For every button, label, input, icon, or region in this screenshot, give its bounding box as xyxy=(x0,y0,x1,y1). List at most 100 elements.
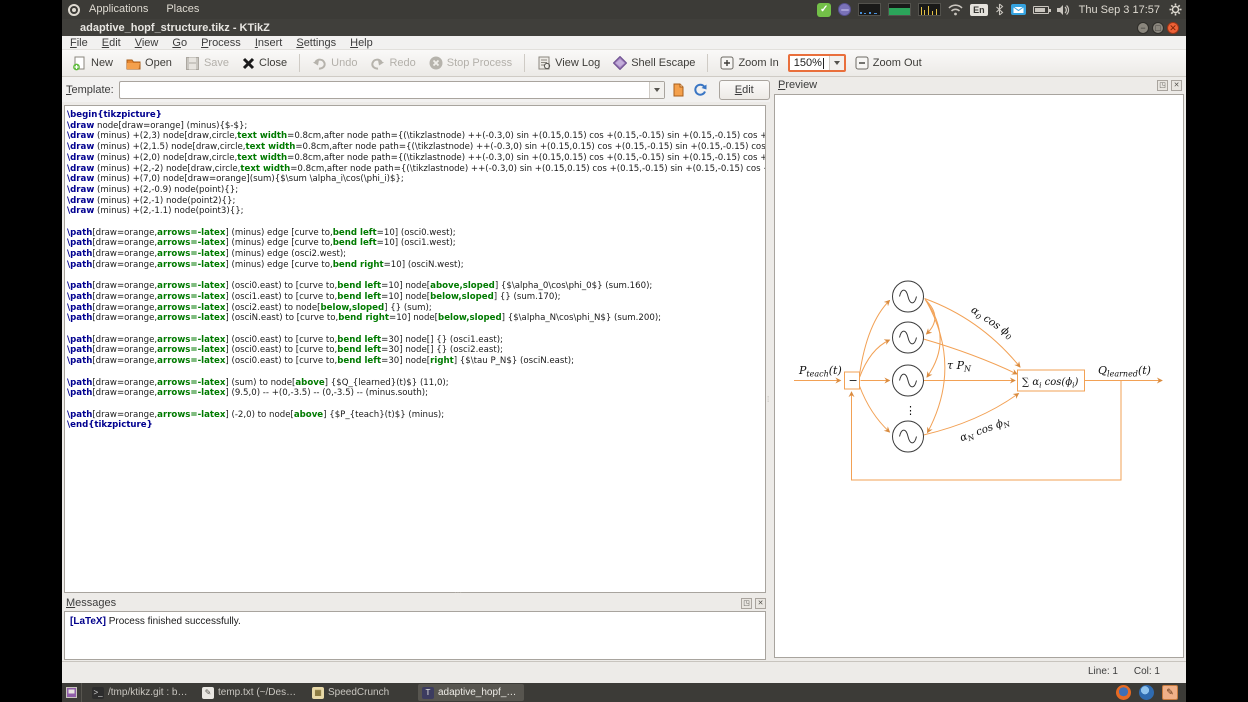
bluetooth-icon[interactable] xyxy=(995,3,1004,16)
code-line[interactable]: \path[draw=orange,arrows=-latex] (-2,0) … xyxy=(67,410,765,421)
clock[interactable]: Thu Sep 3 17:57 xyxy=(1077,4,1162,16)
stop-process-button[interactable]: Stop Process xyxy=(425,54,516,72)
menu-settings[interactable]: Settings xyxy=(296,37,336,49)
float-panel-icon[interactable]: ◳ xyxy=(741,598,752,609)
code-line[interactable]: \path[draw=orange,arrows=-latex] (osci0.… xyxy=(67,281,765,292)
code-line[interactable] xyxy=(67,271,765,282)
save-button[interactable]: Save xyxy=(181,54,233,73)
keyboard-layout-indicator[interactable]: En xyxy=(970,4,988,16)
redo-button[interactable]: Redo xyxy=(366,55,419,72)
code-line[interactable]: \draw (minus) +(7,0) node[draw=orange](s… xyxy=(67,174,765,185)
close-button[interactable]: Close xyxy=(238,55,291,72)
template-combo[interactable] xyxy=(119,81,665,99)
globe-app-icon[interactable] xyxy=(1139,685,1154,700)
taskbar-item-ktikz[interactable]: T adaptive_hopf_struc... xyxy=(418,684,524,701)
zoom-out-button[interactable]: Zoom Out xyxy=(851,54,926,72)
network-monitor-graph[interactable] xyxy=(918,3,941,16)
battery-icon[interactable] xyxy=(1033,6,1049,14)
code-line[interactable]: \path[draw=orange,arrows=-latex] (minus)… xyxy=(67,260,765,271)
active-app-tile-icon[interactable]: ✎ xyxy=(1162,685,1178,700)
code-line[interactable]: \draw (minus) +(2,-0.9) node(point){}; xyxy=(67,185,765,196)
applications-menu[interactable]: Applications xyxy=(80,0,157,19)
code-line[interactable]: \path[draw=orange,arrows=-latex] (minus)… xyxy=(67,249,765,260)
code-editor[interactable]: \begin{tikzpicture}\draw node[draw=orang… xyxy=(64,105,766,593)
places-menu[interactable]: Places xyxy=(157,0,208,19)
open-button[interactable]: Open xyxy=(122,54,176,73)
distributor-logo-icon[interactable] xyxy=(68,4,80,16)
system-tray: ✓ En Thu Sep 3 17:57 xyxy=(817,3,1186,17)
code-line[interactable]: \draw (minus) +(2,0) node[draw,circle,te… xyxy=(67,153,765,164)
ktikz-icon: T xyxy=(422,687,434,699)
code-line[interactable]: \path[draw=orange,arrows=-latex] (osci0.… xyxy=(67,345,765,356)
stop-icon xyxy=(429,56,443,70)
memory-monitor-graph[interactable] xyxy=(888,3,911,16)
session-gear-icon[interactable] xyxy=(1169,3,1182,16)
taskbar-item-speedcrunch[interactable]: ▦ SpeedCrunch xyxy=(308,684,414,701)
shell-escape-button[interactable]: Shell Escape xyxy=(609,54,699,72)
code-line[interactable] xyxy=(67,324,765,335)
menu-go[interactable]: Go xyxy=(172,37,187,49)
menu-process[interactable]: Process xyxy=(201,37,241,49)
menu-insert[interactable]: Insert xyxy=(255,37,283,49)
template-reload-button[interactable] xyxy=(692,81,709,99)
taskbar-item-texteditor[interactable]: ✎ temp.txt (~/Desktop... xyxy=(198,684,304,701)
zoom-in-button[interactable]: Zoom In xyxy=(716,54,782,72)
titlebar[interactable]: adaptive_hopf_structure.tikz - KTikZ − □… xyxy=(62,19,1186,36)
menu-file[interactable]: File xyxy=(70,37,88,49)
edge-minus-osciN xyxy=(860,386,890,432)
code-line[interactable]: \path[draw=orange,arrows=-latex] (osci1.… xyxy=(67,292,765,303)
float-panel-icon[interactable]: ◳ xyxy=(1157,80,1168,91)
code-line[interactable]: \begin{tikzpicture} xyxy=(67,110,765,121)
wifi-icon[interactable] xyxy=(948,4,963,16)
alpha0-label: α0 cos ϕ0 xyxy=(968,304,1016,342)
zoom-level-combo[interactable]: 150% xyxy=(788,54,846,72)
code-line[interactable]: \end{tikzpicture} xyxy=(67,420,765,431)
close-icon xyxy=(242,57,255,70)
code-line[interactable]: \path[draw=orange,arrows=-latex] (osciN.… xyxy=(67,313,765,324)
code-line[interactable] xyxy=(67,217,765,228)
menu-view[interactable]: View xyxy=(135,37,159,49)
menu-edit[interactable]: Edit xyxy=(102,37,121,49)
updates-ok-icon[interactable]: ✓ xyxy=(817,3,831,17)
template-edit-button[interactable]: Edit xyxy=(719,80,770,100)
code-line[interactable]: \path[draw=orange,arrows=-latex] (osci2.… xyxy=(67,303,765,314)
code-line[interactable]: \path[draw=orange,arrows=-latex] (osci0.… xyxy=(67,335,765,346)
code-line[interactable]: \path[draw=orange,arrows=-latex] (minus)… xyxy=(67,238,765,249)
cpu-monitor-graph[interactable] xyxy=(858,3,881,16)
code-line[interactable] xyxy=(67,399,765,410)
mail-icon[interactable] xyxy=(1011,3,1026,16)
code-line[interactable]: \draw (minus) +(2,3) node[draw,circle,te… xyxy=(67,131,765,142)
undo-icon xyxy=(312,57,327,70)
volume-icon[interactable] xyxy=(1056,4,1070,16)
minimize-button[interactable]: − xyxy=(1137,22,1149,34)
code-line[interactable]: \path[draw=orange,arrows=-latex] (sum) t… xyxy=(67,378,765,389)
close-window-button[interactable]: ✕ xyxy=(1167,22,1179,34)
code-line[interactable]: \draw (minus) +(2,-1.1) node(point3){}; xyxy=(67,206,765,217)
latex-tag: [LaTeX] xyxy=(70,616,106,627)
code-line[interactable]: \path[draw=orange,arrows=-latex] (osci0.… xyxy=(67,356,765,367)
globe-applet-icon[interactable] xyxy=(838,3,851,16)
code-line[interactable]: \draw (minus) +(2,-1) node(point2){}; xyxy=(67,196,765,207)
close-panel-icon[interactable]: ✕ xyxy=(755,598,766,609)
code-line[interactable]: \draw (minus) +(2,-2) node[draw,circle,t… xyxy=(67,164,765,175)
firefox-icon[interactable] xyxy=(1116,685,1131,700)
undo-button[interactable]: Undo xyxy=(308,55,361,72)
code-line[interactable]: \draw node[draw=orange] (minus){$-$}; xyxy=(67,121,765,132)
maximize-button[interactable]: □ xyxy=(1152,22,1164,34)
code-line[interactable]: \path[draw=orange,arrows=-latex] (9.5,0)… xyxy=(67,388,765,399)
taskbar-tray: ✎ xyxy=(1116,685,1178,700)
preview-canvas[interactable]: − ⋮ Pteach(t) Qlearned(t) ∑ αi cos(ϕi) τ… xyxy=(774,94,1184,658)
view-log-button[interactable]: View Log xyxy=(533,54,604,72)
code-line[interactable]: \draw (minus) +(2,1.5) node[draw,circle,… xyxy=(67,142,765,153)
new-button[interactable]: New xyxy=(68,54,117,73)
menu-help[interactable]: Help xyxy=(350,37,373,49)
taskbar-item-terminal[interactable]: >_ /tmp/ktikz.git : bash ... xyxy=(88,684,194,701)
template-new-button[interactable] xyxy=(670,81,687,99)
code-line[interactable] xyxy=(67,367,765,378)
zoom-combo-arrow[interactable] xyxy=(829,56,844,70)
messages-log[interactable]: [LaTeX] Process finished successfully. xyxy=(64,611,766,660)
code-line[interactable]: \path[draw=orange,arrows=-latex] (minus)… xyxy=(67,228,765,239)
template-combo-arrow[interactable] xyxy=(649,82,664,98)
show-desktop-button[interactable] xyxy=(62,683,82,702)
close-panel-icon[interactable]: ✕ xyxy=(1171,80,1182,91)
